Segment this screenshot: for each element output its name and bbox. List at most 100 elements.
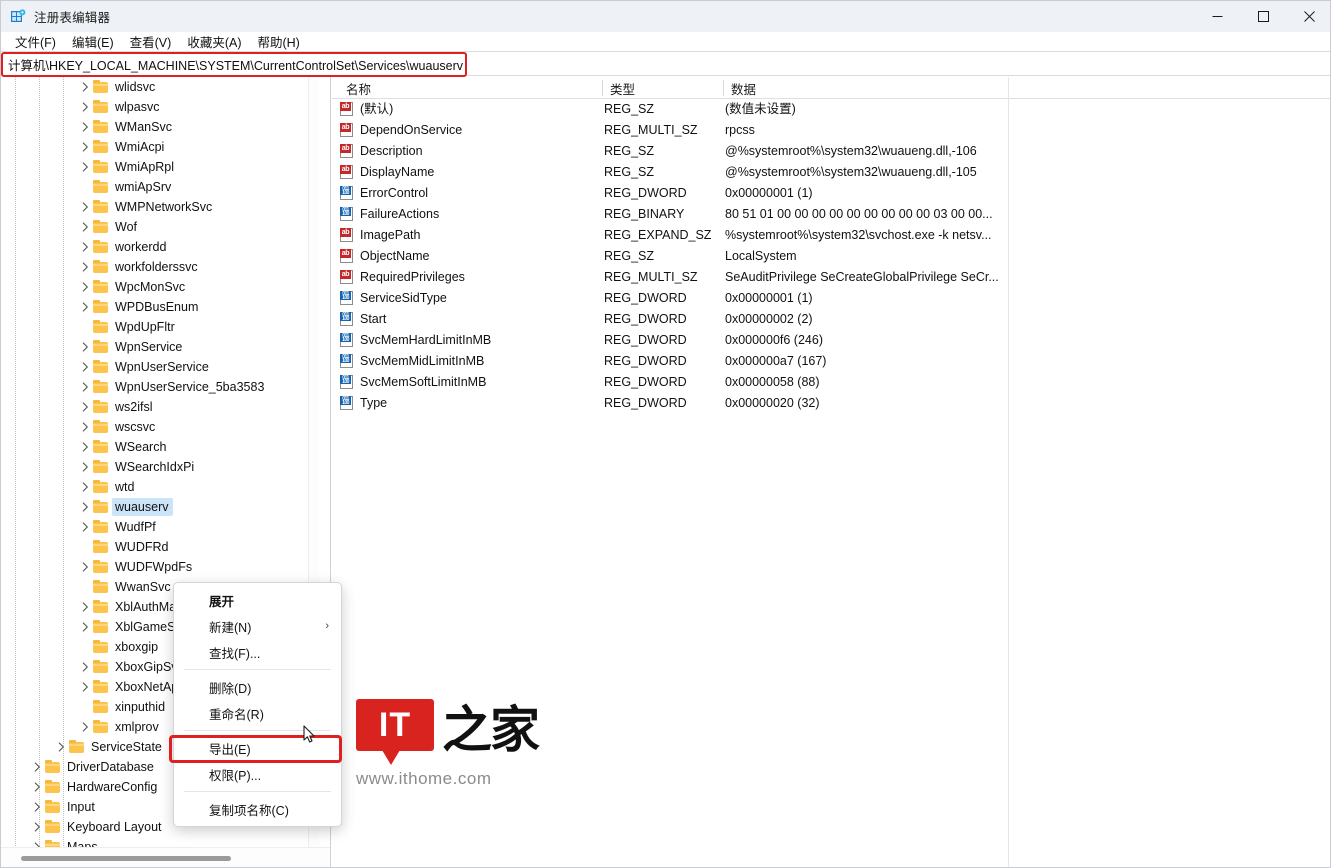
chevron-right-icon[interactable] — [77, 517, 93, 537]
maximize-button[interactable] — [1240, 1, 1286, 32]
tree-item[interactable]: Maps — [1, 837, 313, 847]
chevron-right-icon[interactable] — [77, 157, 93, 177]
chevron-right-icon[interactable] — [77, 357, 93, 377]
tree-item[interactable]: WudfPf — [1, 517, 313, 537]
tree-item[interactable]: ws2ifsl — [1, 397, 313, 417]
chevron-right-icon[interactable] — [77, 617, 93, 637]
value-row[interactable]: ab (默认) REG_SZ (数值未设置) — [332, 99, 1330, 120]
values-list[interactable]: ab (默认) REG_SZ (数值未设置) ab DependOnService REG_… — [332, 99, 1330, 867]
chevron-right-icon[interactable] — [77, 237, 93, 257]
chevron-right-icon[interactable] — [29, 777, 45, 797]
tree-item[interactable]: WpnService — [1, 337, 313, 357]
chevron-right-icon[interactable] — [29, 817, 45, 837]
value-row[interactable]: 011 100 SvcMemSoftLimitInMB REG_DWORD 0x0000… — [332, 372, 1330, 393]
chevron-right-icon[interactable] — [77, 417, 93, 437]
chevron-right-icon[interactable] — [77, 117, 93, 137]
tree-item[interactable]: WPDBusEnum — [1, 297, 313, 317]
ctx-rename[interactable]: 重命名(R) — [174, 700, 341, 726]
tree-horizontal-scrollbar[interactable] — [1, 847, 330, 867]
value-row[interactable]: ab ImagePath REG_EXPAND_SZ %systemroot%\sys… — [332, 225, 1330, 246]
tree-item-label: wtd — [115, 480, 135, 494]
ctx-delete[interactable]: 删除(D) — [174, 674, 341, 700]
value-row[interactable]: ab ObjectName REG_SZ LocalSystem — [332, 246, 1330, 267]
tree-item-label: Input — [67, 800, 95, 814]
tree-item[interactable]: workfolderssvc — [1, 257, 313, 277]
tree-item[interactable]: wmiApSrv — [1, 177, 313, 197]
tree-horizontal-scroll-thumb[interactable] — [21, 856, 231, 861]
tree-item[interactable]: WSearchIdxPi — [1, 457, 313, 477]
value-row[interactable]: ab DependOnService REG_MULTI_SZ rpcss — [332, 120, 1330, 141]
chevron-right-icon[interactable] — [29, 797, 45, 817]
tree-item[interactable]: Wof — [1, 217, 313, 237]
value-row[interactable]: 011 100 ServiceSidType REG_DWORD 0x00000001 … — [332, 288, 1330, 309]
tree-item[interactable]: wtd — [1, 477, 313, 497]
menu-file[interactable]: 文件(F) — [8, 31, 63, 52]
chevron-right-icon[interactable] — [77, 397, 93, 417]
menu-view[interactable]: 查看(V) — [123, 31, 179, 52]
minimize-button[interactable] — [1194, 1, 1240, 32]
chevron-right-icon[interactable] — [77, 297, 93, 317]
value-row[interactable]: 011 100 FailureActions REG_BINARY 80 51 01 0… — [332, 204, 1330, 225]
chevron-right-icon[interactable] — [77, 717, 93, 737]
tree-item[interactable]: WManSvc — [1, 117, 313, 137]
tree-item[interactable]: WpdUpFltr — [1, 317, 313, 337]
registry-path-input[interactable]: 计算机\HKEY_LOCAL_MACHINE\SYSTEM\CurrentCon… — [1, 52, 467, 77]
chevron-right-icon[interactable] — [29, 757, 45, 777]
value-row[interactable]: ab DisplayName REG_SZ @%systemroot%\system3… — [332, 162, 1330, 183]
chevron-right-icon[interactable] — [77, 197, 93, 217]
ctx-permissions[interactable]: 权限(P)... — [174, 761, 341, 787]
chevron-right-icon[interactable] — [77, 337, 93, 357]
chevron-right-icon[interactable] — [77, 657, 93, 677]
value-row[interactable]: 011 100 Type REG_DWORD 0x00000020 (32) — [332, 393, 1330, 414]
tree-item[interactable]: WMPNetworkSvc — [1, 197, 313, 217]
tree-item[interactable]: WSearch — [1, 437, 313, 457]
ctx-expand[interactable]: 展开 — [174, 587, 341, 613]
registry-path-text: 计算机\HKEY_LOCAL_MACHINE\SYSTEM\CurrentCon… — [8, 59, 464, 73]
menu-help[interactable]: 帮助(H) — [250, 31, 306, 52]
tree-item[interactable]: wscsvc — [1, 417, 313, 437]
chevron-right-icon[interactable] — [29, 837, 45, 847]
chevron-right-icon[interactable] — [77, 457, 93, 477]
value-row[interactable]: ab RequiredPrivileges REG_MULTI_SZ SeAuditP… — [332, 267, 1330, 288]
menu-favorites[interactable]: 收藏夹(A) — [180, 31, 248, 52]
tree-item[interactable]: wlpasvc — [1, 97, 313, 117]
tree-item[interactable]: WpnUserService — [1, 357, 313, 377]
ctx-new[interactable]: 新建(N) › — [174, 613, 341, 639]
tree-item[interactable]: WmiAcpi — [1, 137, 313, 157]
chevron-right-icon[interactable] — [77, 597, 93, 617]
chevron-right-icon[interactable] — [77, 277, 93, 297]
tree-item[interactable]: WpnUserService_5ba3583 — [1, 377, 313, 397]
chevron-right-icon[interactable] — [77, 557, 93, 577]
value-row[interactable]: 011 100 ErrorControl REG_DWORD 0x00000001 (1… — [332, 183, 1330, 204]
value-type: REG_DWORD — [604, 291, 687, 305]
value-row[interactable]: ab Description REG_SZ @%systemroot%\system3… — [332, 141, 1330, 162]
column-header-type[interactable]: 类型 — [602, 77, 722, 99]
chevron-right-icon[interactable] — [77, 497, 93, 517]
chevron-right-icon[interactable] — [77, 477, 93, 497]
value-row[interactable]: 011 100 SvcMemMidLimitInMB REG_DWORD 0x00000… — [332, 351, 1330, 372]
chevron-right-icon[interactable] — [77, 77, 93, 97]
chevron-right-icon[interactable] — [77, 437, 93, 457]
menu-edit[interactable]: 编辑(E) — [65, 31, 121, 52]
column-header-name[interactable]: 名称 — [338, 77, 606, 99]
chevron-right-icon[interactable] — [77, 377, 93, 397]
ctx-copy-key-name[interactable]: 复制项名称(C) — [174, 796, 341, 822]
tree-item[interactable]: WUDFRd — [1, 537, 313, 557]
chevron-right-icon[interactable] — [77, 97, 93, 117]
tree-item[interactable]: workerdd — [1, 237, 313, 257]
chevron-right-icon[interactable] — [77, 137, 93, 157]
close-button[interactable] — [1286, 1, 1330, 32]
chevron-right-icon[interactable] — [53, 737, 69, 757]
tree-item[interactable]: WpcMonSvc — [1, 277, 313, 297]
chevron-right-icon[interactable] — [77, 257, 93, 277]
chevron-right-icon[interactable] — [77, 217, 93, 237]
value-row[interactable]: 011 100 Start REG_DWORD 0x00000002 (2) — [332, 309, 1330, 330]
ctx-find[interactable]: 查找(F)... — [174, 639, 341, 665]
value-row[interactable]: 011 100 SvcMemHardLimitInMB REG_DWORD 0x0000… — [332, 330, 1330, 351]
column-header-data[interactable]: 数据 — [723, 77, 1008, 99]
tree-item-selected[interactable]: wuauserv — [1, 497, 313, 517]
chevron-right-icon[interactable] — [77, 677, 93, 697]
tree-item[interactable]: WmiApRpl — [1, 157, 313, 177]
tree-item[interactable]: WUDFWpdFs — [1, 557, 313, 577]
tree-item[interactable]: wlidsvc — [1, 77, 313, 97]
